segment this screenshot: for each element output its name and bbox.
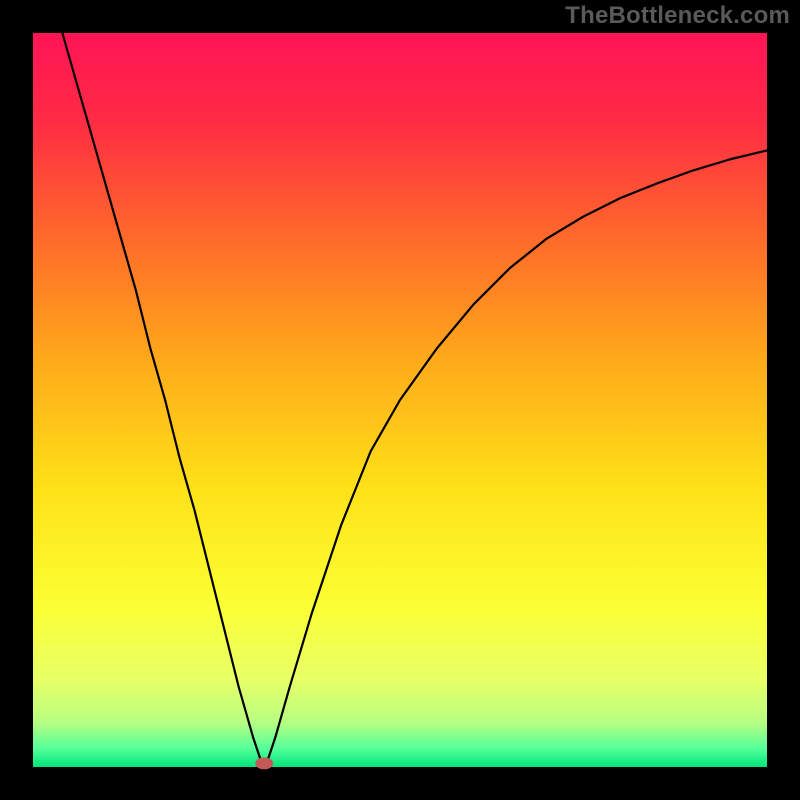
watermark-label: TheBottleneck.com	[565, 2, 790, 30]
min-marker	[255, 757, 273, 769]
chart-canvas	[0, 0, 800, 800]
chart-frame: TheBottleneck.com	[0, 0, 800, 800]
